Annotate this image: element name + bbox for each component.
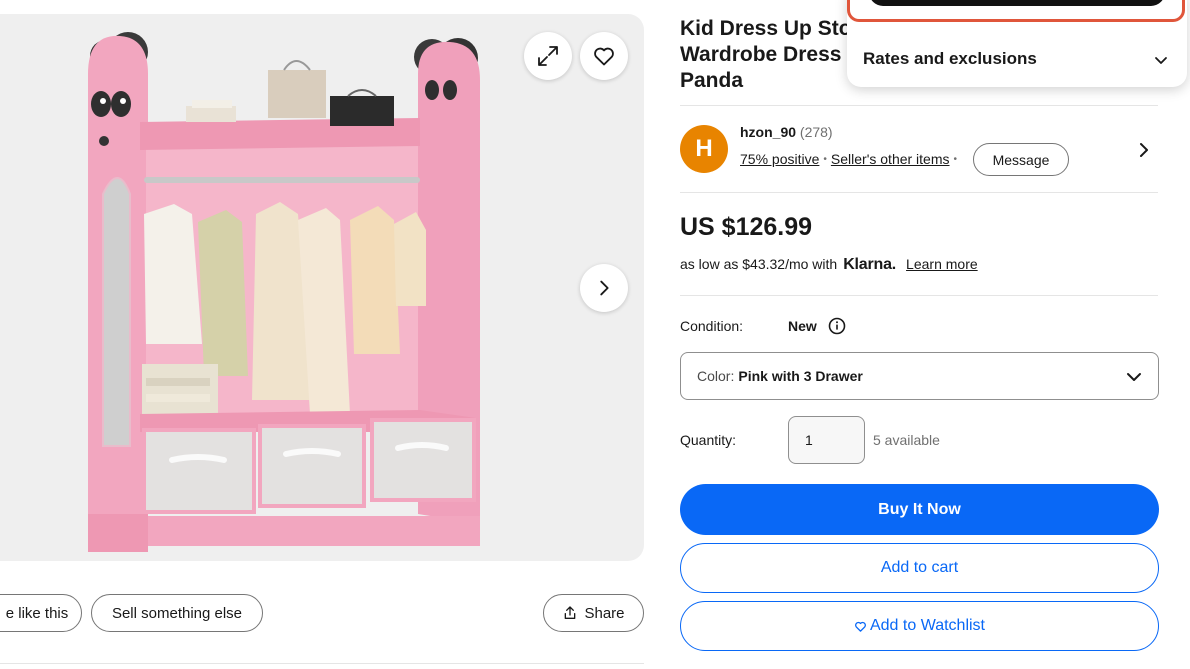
- info-icon: [828, 317, 846, 335]
- divider: [680, 192, 1158, 193]
- seller-details-button[interactable]: [1136, 140, 1152, 165]
- heart-icon: [594, 47, 614, 66]
- seller-name-row: hzon_90 (278): [740, 124, 833, 140]
- available-count: 5 available: [873, 432, 940, 448]
- seller-positive-link[interactable]: 75% positive: [740, 151, 819, 167]
- seller-links: 75% positive • Seller's other items •: [740, 151, 961, 167]
- color-select-value: Pink with 3 Drawer: [738, 368, 863, 384]
- price: US $126.99: [680, 213, 813, 241]
- color-select-label: Color:: [697, 368, 735, 384]
- expand-image-button[interactable]: [524, 32, 572, 80]
- chevron-right-icon: [1140, 143, 1148, 157]
- add-to-watchlist-label: Add to Watchlist: [869, 617, 985, 634]
- chevron-down-icon: [1155, 57, 1167, 64]
- add-to-cart-button[interactable]: Add to cart: [680, 543, 1159, 593]
- divider: [0, 663, 644, 664]
- image-gallery[interactable]: [0, 14, 644, 561]
- rates-and-exclusions-title[interactable]: Rates and exclusions: [863, 49, 1037, 69]
- share-label: Share: [584, 604, 625, 622]
- share-icon: [565, 606, 576, 619]
- divider: [680, 295, 1158, 296]
- seller-initial: H: [695, 135, 713, 162]
- share-button[interactable]: Share: [543, 594, 644, 632]
- seller-feedback-count: (278): [799, 124, 833, 140]
- separator-dot: •: [953, 153, 958, 165]
- next-image-button[interactable]: [580, 264, 628, 312]
- klarna-logo: Klarna.: [843, 256, 897, 273]
- add-to-cart-label: Add to cart: [880, 559, 959, 576]
- message-seller-button[interactable]: Message: [973, 143, 1069, 176]
- see-similar-label: e like this: [5, 604, 69, 622]
- favorite-button[interactable]: [580, 32, 628, 80]
- condition-label: Condition:: [680, 318, 744, 334]
- seller-other-items-link[interactable]: Seller's other items: [831, 151, 950, 167]
- divider: [680, 105, 1158, 106]
- separator-dot: •: [823, 153, 827, 165]
- message-label: Message: [992, 151, 1050, 168]
- condition-value: New: [788, 318, 817, 334]
- installment-text: as low as $43.32/mo with: [680, 256, 838, 272]
- add-to-watchlist-button[interactable]: Add to Watchlist: [680, 601, 1159, 651]
- quantity-input[interactable]: 1: [788, 416, 865, 464]
- klarna-row: as low as $43.32/mo with Klarna. Learn m…: [680, 256, 978, 274]
- sell-something-else-button[interactable]: Sell something else: [91, 594, 263, 632]
- condition-info-button[interactable]: [828, 317, 846, 340]
- popover-top-bar[interactable]: [869, 0, 1165, 6]
- chevron-down-icon: [1127, 373, 1141, 381]
- chevron-right-icon: [600, 280, 609, 296]
- learn-more-link[interactable]: Learn more: [906, 256, 978, 272]
- buy-it-now-button[interactable]: Buy It Now: [680, 484, 1159, 535]
- product-image[interactable]: [0, 14, 644, 561]
- seller-avatar[interactable]: H: [680, 125, 728, 173]
- seller-name[interactable]: hzon_90: [740, 124, 796, 140]
- color-select[interactable]: Color: Pink with 3 Drawer: [680, 352, 1159, 400]
- heart-icon: [855, 621, 866, 632]
- rates-expand-button[interactable]: [1153, 52, 1169, 73]
- quantity-label: Quantity:: [680, 432, 737, 448]
- buy-it-now-label: Buy It Now: [878, 500, 961, 518]
- see-similar-button[interactable]: e like this: [0, 594, 82, 632]
- sell-something-else-label: Sell something else: [111, 604, 243, 622]
- expand-icon: [538, 46, 558, 66]
- rates-popover: Rates and exclusions: [847, 0, 1187, 87]
